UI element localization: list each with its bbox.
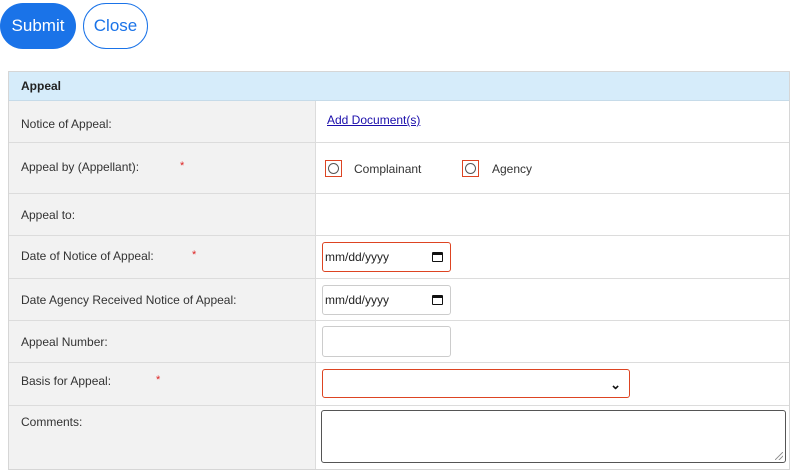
date-received-value: mm/dd/yyyy xyxy=(325,293,390,307)
date-of-notice-input[interactable]: mm/dd/yyyy xyxy=(322,242,451,272)
required-marker: * xyxy=(180,160,185,172)
appeal-number-label: Appeal Number: xyxy=(21,335,108,349)
calendar-icon[interactable] xyxy=(432,252,443,262)
submit-button[interactable]: Submit xyxy=(0,3,76,49)
appeal-number-input[interactable] xyxy=(322,326,451,357)
row-date-received: Date Agency Received Notice of Appeal: m… xyxy=(9,279,789,321)
calendar-icon[interactable] xyxy=(432,295,443,305)
basis-for-appeal-select[interactable]: ⌄ xyxy=(322,369,630,398)
radio-circle-icon xyxy=(465,163,476,174)
date-received-input[interactable]: mm/dd/yyyy xyxy=(322,285,451,315)
date-of-notice-label: Date of Notice of Appeal: xyxy=(21,249,154,263)
agency-label: Agency xyxy=(492,162,533,176)
comments-label: Comments: xyxy=(21,415,83,429)
add-documents-link[interactable]: Add Document(s) xyxy=(327,113,420,127)
section-title: Appeal xyxy=(9,72,789,101)
complainant-label: Complainant xyxy=(354,162,422,176)
required-marker: * xyxy=(156,374,161,386)
row-appeal-by: Appeal by (Appellant): * Complainant Age… xyxy=(9,143,789,194)
appeal-by-label: Appeal by (Appellant): xyxy=(21,160,140,174)
row-comments: Comments: xyxy=(9,406,789,469)
row-notice-of-appeal: Notice of Appeal: Add Document(s) xyxy=(9,101,789,143)
appeal-to-label: Appeal to: xyxy=(21,208,76,222)
resize-grip-icon[interactable] xyxy=(775,452,783,460)
basis-for-appeal-label: Basis for Appeal: xyxy=(21,374,112,388)
row-basis-for-appeal: Basis for Appeal: * ⌄ xyxy=(9,363,789,406)
date-of-notice-value: mm/dd/yyyy xyxy=(325,250,390,264)
date-received-label: Date Agency Received Notice of Appeal: xyxy=(21,293,237,307)
row-appeal-number: Appeal Number: xyxy=(9,321,789,363)
row-appeal-to: Appeal to: xyxy=(9,194,789,236)
chevron-down-icon[interactable]: ⌄ xyxy=(610,377,621,393)
radio-circle-icon xyxy=(328,163,339,174)
comments-textarea[interactable] xyxy=(321,410,786,463)
complainant-radio[interactable] xyxy=(325,160,342,177)
notice-of-appeal-label: Notice of Appeal: xyxy=(21,117,112,131)
required-marker: * xyxy=(192,249,197,261)
close-button[interactable]: Close xyxy=(83,3,148,49)
appeal-panel: Appeal Notice of Appeal: Add Document(s)… xyxy=(8,71,790,470)
agency-radio[interactable] xyxy=(462,160,479,177)
row-date-of-notice: Date of Notice of Appeal: * mm/dd/yyyy xyxy=(9,236,789,279)
